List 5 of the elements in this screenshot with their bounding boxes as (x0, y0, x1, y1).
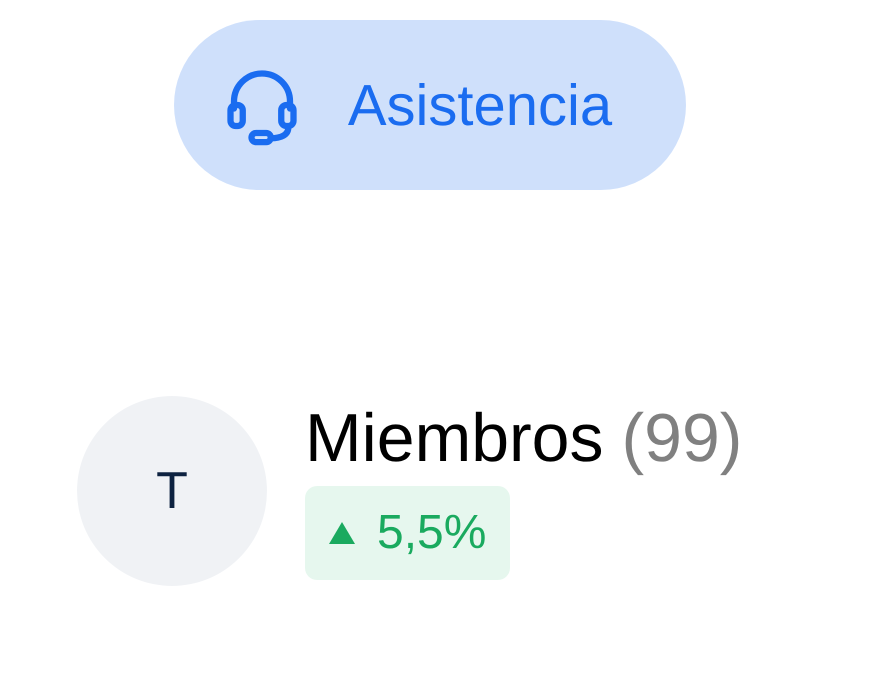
avatar: T (77, 396, 267, 586)
change-badge: 5,5% (305, 486, 510, 580)
up-triangle-icon (329, 522, 355, 544)
card-title: Miembros (305, 404, 604, 472)
support-button[interactable]: Asistencia (174, 20, 686, 190)
